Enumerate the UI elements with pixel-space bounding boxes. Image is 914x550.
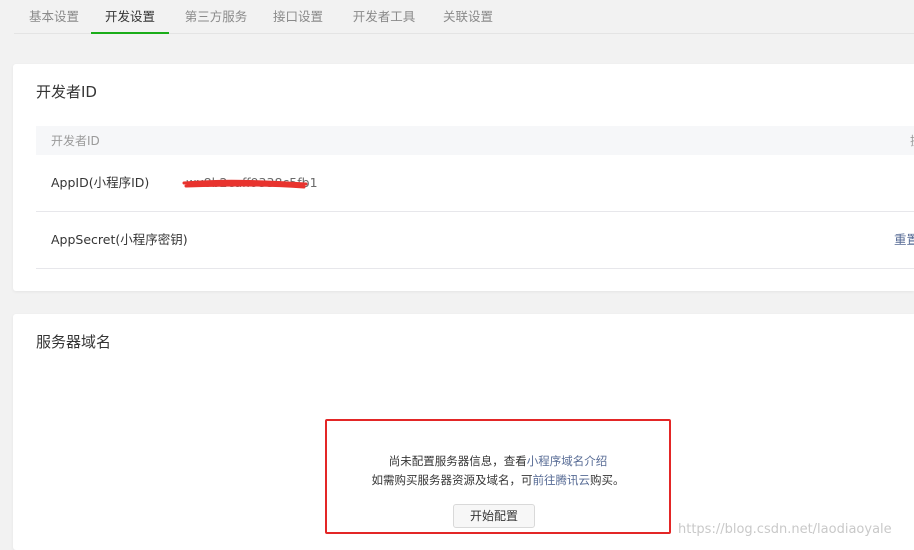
settings-tab-bar: 基本设置 开发设置 第三方服务 接口设置 开发者工具 关联设置 (14, 0, 914, 34)
developer-id-title: 开发者ID (36, 83, 97, 101)
notice-line-1-text: 尚未配置服务器信息，查看 (388, 454, 527, 468)
table-row-appsecret: AppSecret(小程序密钥) 重置 (36, 212, 914, 269)
tab-basic-settings[interactable]: 基本设置 (28, 0, 80, 33)
developer-id-table-header: 开发者ID 操 (36, 126, 914, 155)
reset-secret-link[interactable]: 重置 (894, 212, 914, 268)
start-config-button[interactable]: 开始配置 (453, 504, 535, 528)
tab-linked-settings[interactable]: 关联设置 (442, 0, 494, 33)
developer-id-panel: 开发者ID 开发者ID 操 AppID(小程序ID) wx8b2caff9338… (13, 64, 914, 291)
server-config-notice: 尚未配置服务器信息，查看小程序域名介绍 如需购买服务器资源及域名，可前往腾讯云购… (325, 419, 671, 534)
column-header-actions: 操 (910, 126, 914, 156)
tencent-cloud-link[interactable]: 前往腾讯云 (533, 473, 591, 487)
appsecret-label: AppSecret(小程序密钥) (51, 232, 188, 247)
watermark: https://blog.csdn.net/laodiaoyale (678, 522, 892, 537)
notice-line-2-text: 如需购买服务器资源及域名，可 (371, 473, 533, 487)
notice-line-1: 尚未配置服务器信息，查看小程序域名介绍 (327, 453, 669, 469)
notice-line-2-suffix: 购买。 (590, 473, 625, 487)
domain-intro-link[interactable]: 小程序域名介绍 (527, 454, 608, 468)
column-header-developer-id: 开发者ID (51, 134, 100, 148)
tab-api-settings[interactable]: 接口设置 (272, 0, 324, 33)
redaction-scribble (182, 179, 308, 189)
table-row-appid: AppID(小程序ID) wx8b2caff9338c5fb1 (36, 155, 914, 212)
notice-line-2: 如需购买服务器资源及域名，可前往腾讯云购买。 (327, 472, 669, 488)
server-domain-title: 服务器域名 (36, 333, 112, 351)
tab-third-party-services[interactable]: 第三方服务 (184, 0, 248, 33)
tab-dev-settings[interactable]: 开发设置 (91, 0, 169, 34)
server-domain-panel: 服务器域名 尚未配置服务器信息，查看小程序域名介绍 如需购买服务器资源及域名，可… (13, 314, 914, 550)
appid-label: AppID(小程序ID) (51, 175, 150, 190)
tab-developer-tools[interactable]: 开发者工具 (352, 0, 416, 33)
